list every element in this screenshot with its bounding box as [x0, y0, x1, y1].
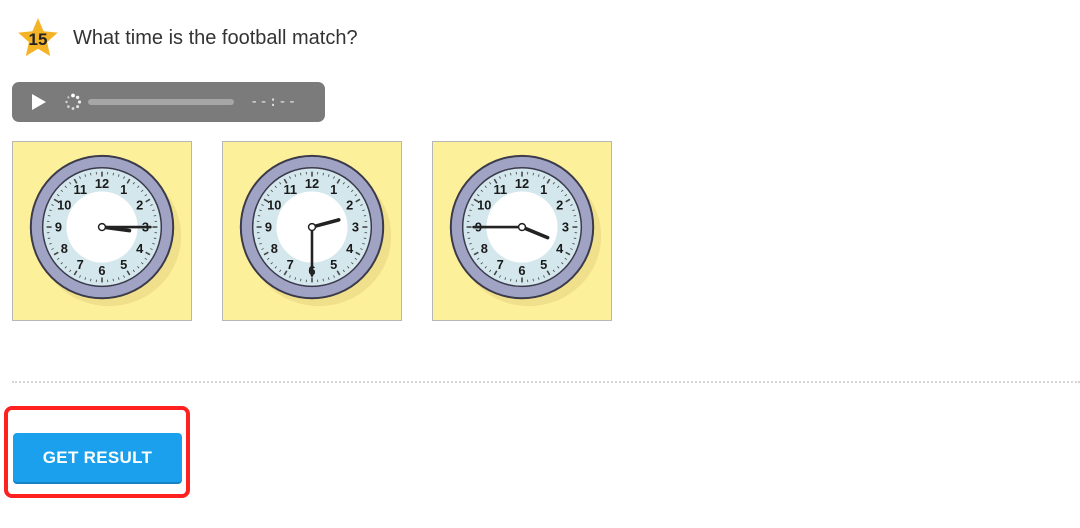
svg-text:2: 2	[346, 198, 353, 213]
svg-text:1: 1	[330, 182, 337, 197]
svg-text:7: 7	[497, 257, 504, 272]
clock-option-2[interactable]: 123456789101112	[222, 141, 402, 321]
svg-text:12: 12	[95, 176, 109, 191]
svg-text:6: 6	[518, 263, 525, 278]
audio-player: --:--	[12, 82, 325, 122]
clock-option-3[interactable]: 123456789101112	[432, 141, 612, 321]
svg-text:8: 8	[61, 241, 68, 256]
question-header: 15 What time is the football match?	[16, 14, 358, 62]
svg-text:10: 10	[477, 198, 491, 213]
play-icon[interactable]	[32, 94, 46, 110]
audio-time: --:--	[250, 94, 298, 110]
clock-icon: 123456789101112	[239, 154, 392, 307]
svg-text:5: 5	[120, 257, 127, 272]
question-number: 15	[28, 29, 48, 49]
svg-text:9: 9	[265, 219, 272, 234]
audio-progress-bar[interactable]	[88, 99, 234, 105]
svg-text:7: 7	[77, 257, 84, 272]
question-number-badge: 15	[16, 16, 60, 60]
svg-text:10: 10	[57, 198, 71, 213]
svg-text:3: 3	[352, 219, 359, 234]
svg-text:11: 11	[493, 182, 507, 197]
clock-icon: 123456789101112	[29, 154, 182, 307]
clock-icon: 123456789101112	[449, 154, 602, 307]
svg-text:6: 6	[98, 263, 105, 278]
svg-text:5: 5	[540, 257, 547, 272]
svg-text:12: 12	[305, 176, 319, 191]
svg-text:2: 2	[556, 198, 563, 213]
svg-text:1: 1	[540, 182, 547, 197]
svg-text:11: 11	[283, 182, 297, 197]
svg-text:11: 11	[73, 182, 87, 197]
loading-spinner-icon	[64, 93, 82, 111]
svg-text:3: 3	[562, 219, 569, 234]
divider	[12, 381, 1080, 383]
svg-text:8: 8	[271, 241, 278, 256]
svg-text:4: 4	[556, 241, 564, 256]
get-result-button[interactable]: GET RESULT	[13, 433, 182, 482]
question-text: What time is the football match?	[73, 26, 358, 49]
svg-text:7: 7	[287, 257, 294, 272]
svg-text:4: 4	[346, 241, 354, 256]
svg-text:8: 8	[481, 241, 488, 256]
clock-option-1[interactable]: 123456789101112	[12, 141, 192, 321]
svg-text:4: 4	[136, 241, 144, 256]
svg-text:12: 12	[515, 176, 529, 191]
svg-text:10: 10	[267, 198, 281, 213]
svg-text:2: 2	[136, 198, 143, 213]
svg-text:5: 5	[330, 257, 337, 272]
svg-text:1: 1	[120, 182, 127, 197]
svg-text:9: 9	[55, 219, 62, 234]
